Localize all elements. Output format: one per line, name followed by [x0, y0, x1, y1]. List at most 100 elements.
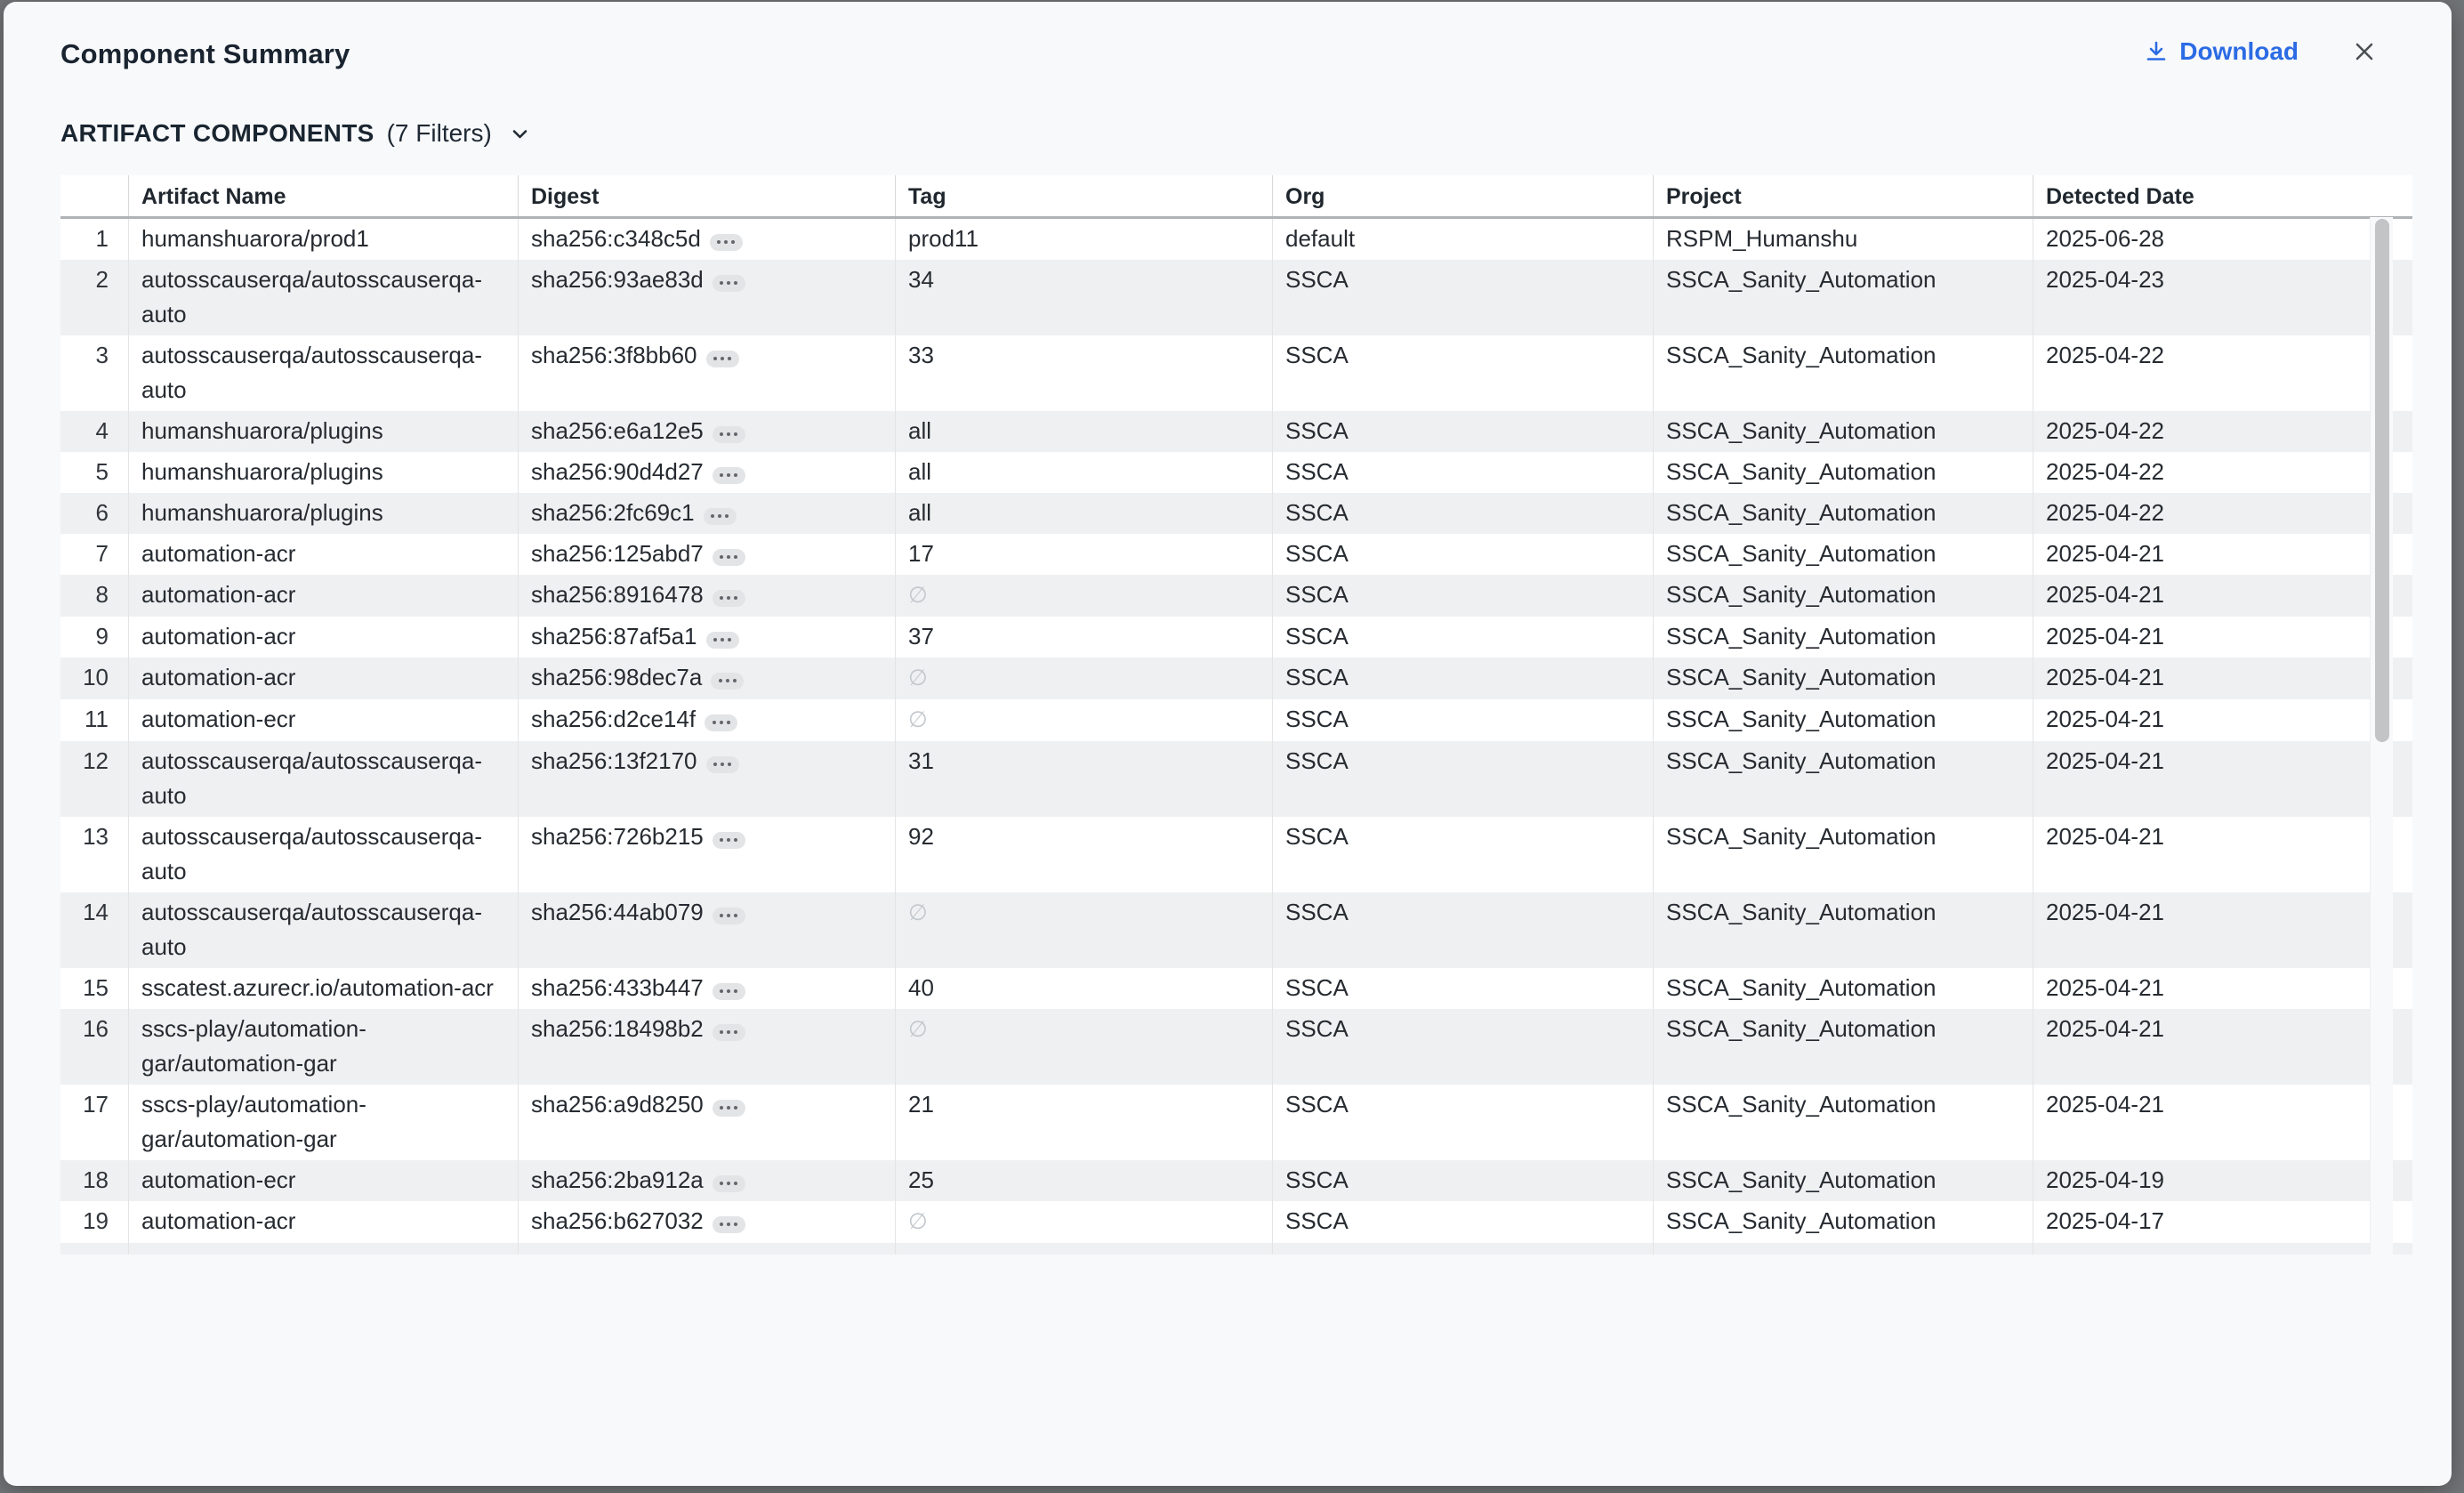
- detected-date-cell: 2025-04-21: [2033, 968, 2412, 1009]
- tag-cell: ∅: [895, 575, 1272, 617]
- table-row: 15 sscatest.azurecr.io/automation-acr sh…: [60, 968, 2412, 1009]
- column-header: Project: [1653, 175, 2033, 216]
- table-row: 19 automation-acr sha256:b627032 ∅ SSCA …: [60, 1201, 2412, 1243]
- digest-more-icon[interactable]: [713, 1216, 745, 1233]
- vertical-scrollbar-thumb[interactable]: [2375, 219, 2389, 742]
- digest-value: sha256:93ae83d: [531, 266, 704, 293]
- org-cell: SSCA: [1272, 699, 1653, 741]
- row-index-cell: 19: [60, 1201, 128, 1243]
- digest-value: sha256:b627032: [531, 1207, 704, 1234]
- org-cell: SSCA: [1272, 1160, 1653, 1201]
- digest-value: sha256:2ba912a: [531, 1166, 704, 1193]
- digest-more-icon[interactable]: [713, 1024, 745, 1041]
- column-header: Artifact Name: [128, 175, 518, 216]
- digest-cell: sha256:726b215: [518, 817, 895, 892]
- digest-cell: sha256:e6a12e5: [518, 411, 895, 452]
- empty-cell: [1653, 1243, 2033, 1255]
- tag-cell: 37: [895, 617, 1272, 658]
- detected-date-cell: 2025-04-21: [2033, 1085, 2412, 1160]
- digest-more-icon[interactable]: [704, 508, 737, 525]
- digest-cell: sha256:90d4d27: [518, 452, 895, 493]
- close-button[interactable]: [2350, 37, 2379, 66]
- org-cell: default: [1272, 219, 1653, 260]
- column-header: [60, 175, 128, 216]
- digest-more-icon[interactable]: [713, 549, 745, 566]
- digest-more-icon[interactable]: [710, 234, 743, 251]
- digest-more-icon[interactable]: [706, 632, 739, 649]
- detected-date-cell: 2025-04-21: [2033, 699, 2412, 741]
- empty-cell: [895, 1243, 1272, 1255]
- project-cell: RSPM_Humanshu: [1653, 219, 2033, 260]
- column-header: Org: [1272, 175, 1653, 216]
- download-label: Download: [2179, 37, 2299, 66]
- tag-cell: 17: [895, 534, 1272, 575]
- tag-cell: prod11: [895, 219, 1272, 260]
- empty-tag-icon: ∅: [908, 1209, 928, 1234]
- digest-more-icon[interactable]: [713, 983, 745, 1000]
- digest-cell: sha256:125abd7: [518, 534, 895, 575]
- detected-date-cell: 2025-04-21: [2033, 534, 2412, 575]
- digest-value: sha256:18498b2: [531, 1015, 704, 1042]
- digest-more-icon[interactable]: [706, 351, 739, 367]
- digest-value: sha256:98dec7a: [531, 664, 702, 690]
- digest-more-icon[interactable]: [713, 275, 745, 292]
- download-button[interactable]: Download: [2144, 37, 2299, 66]
- tag-cell: 25: [895, 1160, 1272, 1201]
- row-index-cell: 18: [60, 1160, 128, 1201]
- detected-date-cell: 2025-04-21: [2033, 892, 2412, 968]
- digest-more-icon[interactable]: [705, 714, 737, 731]
- digest-cell: sha256:3f8bb60: [518, 335, 895, 411]
- digest-more-icon[interactable]: [713, 832, 745, 849]
- digest-cell: sha256:a9d8250: [518, 1085, 895, 1160]
- row-index-cell: 9: [60, 617, 128, 658]
- project-cell: SSCA_Sanity_Automation: [1653, 1009, 2033, 1085]
- empty-tag-icon: ∅: [908, 1017, 928, 1042]
- digest-cell: sha256:93ae83d: [518, 260, 895, 335]
- detected-date-cell: 2025-04-19: [2033, 1160, 2412, 1201]
- detected-date-cell: 2025-04-22: [2033, 411, 2412, 452]
- tag-cell: all: [895, 452, 1272, 493]
- digest-more-icon[interactable]: [713, 1175, 745, 1192]
- artifact-name-cell: autosscauserqa/autosscauserqa-auto: [128, 741, 518, 817]
- vertical-scrollbar-track[interactable]: [2370, 217, 2393, 1255]
- digest-more-icon[interactable]: [713, 908, 745, 924]
- detected-date-cell: 2025-04-22: [2033, 335, 2412, 411]
- project-cell: SSCA_Sanity_Automation: [1653, 1085, 2033, 1160]
- chevron-down-icon[interactable]: [508, 122, 532, 146]
- org-cell: SSCA: [1272, 617, 1653, 658]
- row-index-cell: 7: [60, 534, 128, 575]
- digest-cell: sha256:13f2170: [518, 741, 895, 817]
- digest-cell: sha256:433b447: [518, 968, 895, 1009]
- digest-cell: sha256:d2ce14f: [518, 699, 895, 741]
- detected-date-cell: 2025-04-21: [2033, 817, 2412, 892]
- digest-value: sha256:3f8bb60: [531, 342, 697, 368]
- digest-cell: sha256:18498b2: [518, 1009, 895, 1085]
- tag-cell: 92: [895, 817, 1272, 892]
- artifact-name-cell: automation-acr: [128, 1201, 518, 1243]
- digest-more-icon[interactable]: [706, 756, 739, 773]
- tag-cell: ∅: [895, 699, 1272, 741]
- digest-more-icon[interactable]: [713, 1100, 745, 1117]
- detected-date-cell: 2025-04-21: [2033, 1009, 2412, 1085]
- artifact-name-cell: humanshuarora/plugins: [128, 493, 518, 534]
- digest-value: sha256:125abd7: [531, 540, 704, 567]
- table-row: 16 sscs-play/automation-gar/automation-g…: [60, 1009, 2412, 1085]
- tag-cell: ∅: [895, 1009, 1272, 1085]
- artifact-name-cell: humanshuarora/prod1: [128, 219, 518, 260]
- project-cell: SSCA_Sanity_Automation: [1653, 699, 2033, 741]
- project-cell: SSCA_Sanity_Automation: [1653, 617, 2033, 658]
- tag-cell: 33: [895, 335, 1272, 411]
- digest-more-icon[interactable]: [713, 426, 745, 443]
- digest-value: sha256:2fc69c1: [531, 499, 695, 526]
- row-index-cell: 14: [60, 892, 128, 968]
- digest-more-icon[interactable]: [713, 467, 745, 484]
- org-cell: SSCA: [1272, 1085, 1653, 1160]
- digest-more-icon[interactable]: [713, 590, 745, 607]
- org-cell: SSCA: [1272, 968, 1653, 1009]
- table-row: 4 humanshuarora/plugins sha256:e6a12e5 a…: [60, 411, 2412, 452]
- row-index-cell: 3: [60, 335, 128, 411]
- column-header: Detected Date: [2033, 175, 2412, 216]
- org-cell: SSCA: [1272, 534, 1653, 575]
- digest-more-icon[interactable]: [711, 673, 744, 690]
- table-row: 10 automation-acr sha256:98dec7a ∅ SSCA …: [60, 658, 2412, 699]
